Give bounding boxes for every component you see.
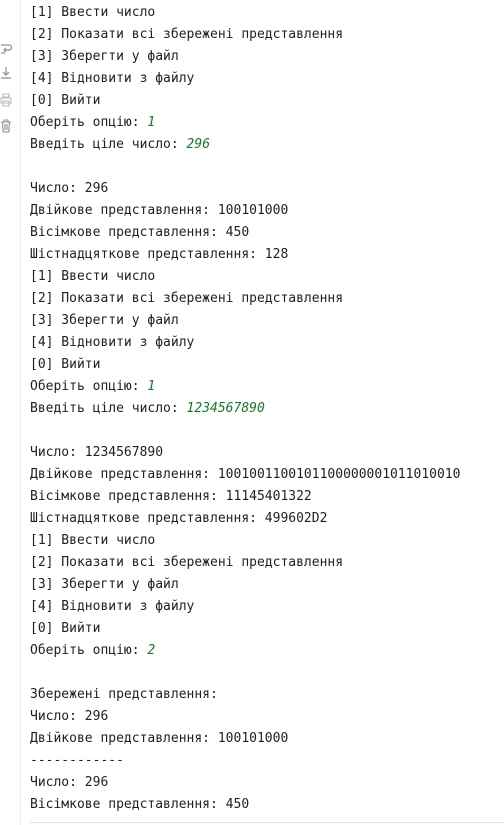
console-line: Введіть ціле число: 296 xyxy=(30,134,504,156)
user-input: 1 xyxy=(147,115,156,130)
console-text: [1] Ввести число xyxy=(30,533,156,548)
console-text: Двійкове представлення: 100101000 xyxy=(30,731,289,746)
console-line: Вісімкове представлення: 11145401322 xyxy=(30,486,504,508)
console-text: Вісімкове представлення: 450 xyxy=(30,225,250,240)
user-input: 296 xyxy=(186,137,211,152)
console-line: Вісімкове представлення: 450 xyxy=(30,222,504,244)
console-text: [4] Відновити з файлу xyxy=(30,335,195,350)
console-line: [3] Зберегти у файл xyxy=(30,574,504,596)
console-line: [1] Ввести число xyxy=(30,2,504,24)
user-input: 1 xyxy=(147,379,156,394)
console-line: [1] Ввести число xyxy=(30,530,504,552)
console-output[interactable]: [1] Ввести число [2] Показати всі збереже… xyxy=(30,2,504,816)
console-line: Збережені представлення: xyxy=(30,684,504,706)
console-text: Число: 1234567890 xyxy=(30,445,164,460)
console-text: [3] Зберегти у файл xyxy=(30,313,179,328)
console-text: Шістнадцяткове представлення: 499602D2 xyxy=(30,511,328,526)
console-text: Збережені представлення: xyxy=(30,687,218,702)
divider xyxy=(30,822,504,823)
console-line: Вісімкове представлення: 450 xyxy=(30,794,504,816)
console-text: Оберіть опцію: xyxy=(30,643,148,658)
console-text: Введіть ціле число: xyxy=(30,401,187,416)
trash-icon[interactable] xyxy=(0,119,12,133)
console-line: [3] Зберегти у файл xyxy=(30,310,504,332)
console-text: Число: 296 xyxy=(30,181,109,196)
console-line: Шістнадцяткове представлення: 499602D2 xyxy=(30,508,504,530)
console-text: [3] Зберегти у файл xyxy=(30,577,179,592)
console-line: [0] Вийти xyxy=(30,90,504,112)
console-line: Оберіть опцію: 1 xyxy=(30,112,504,134)
print-icon[interactable] xyxy=(0,93,12,107)
console-text: [2] Показати всі збережені представлення xyxy=(30,291,344,306)
console-line: [0] Вийти xyxy=(30,354,504,376)
console-line: Число: 296 xyxy=(30,706,504,728)
console-text: Двійкове представлення: 1001001100101100… xyxy=(30,467,461,482)
console-line: Двійкове представлення: 1001001100101100… xyxy=(30,464,504,486)
console-line: [1] Ввести число xyxy=(30,266,504,288)
console-text: [1] Ввести число xyxy=(30,5,156,20)
console-text: Шістнадцяткове представлення: 128 xyxy=(30,247,289,262)
user-input: 2 xyxy=(147,643,156,658)
console-text: [1] Ввести число xyxy=(30,269,156,284)
console-line: Число: 296 xyxy=(30,772,504,794)
console-text: [2] Показати всі збережені представлення xyxy=(30,27,344,42)
console-text: [0] Вийти xyxy=(30,621,101,636)
console-line: Оберіть опцію: 1 xyxy=(30,376,504,398)
console-text: Вісімкове представлення: 11145401322 xyxy=(30,489,312,504)
console-text: ------------ xyxy=(30,753,124,768)
console-text: Число: 296 xyxy=(30,775,109,790)
console-text: Оберіть опцію: xyxy=(30,115,148,130)
console-line: [4] Відновити з файлу xyxy=(30,332,504,354)
console-text: [0] Вийти xyxy=(30,93,101,108)
console-text: [4] Відновити з файлу xyxy=(30,599,195,614)
console-line: [2] Показати всі збережені представлення xyxy=(30,288,504,310)
console-text: Число: 296 xyxy=(30,709,109,724)
console-line: [4] Відновити з файлу xyxy=(30,596,504,618)
user-input: 1234567890 xyxy=(186,401,265,416)
console-line: ------------ xyxy=(30,750,504,772)
console-line: [4] Відновити з файлу xyxy=(30,68,504,90)
console-line: [0] Вийти xyxy=(30,618,504,640)
console-line: Двійкове представлення: 100101000 xyxy=(30,728,504,750)
console-line: [2] Показати всі збережені представлення xyxy=(30,552,504,574)
console-line: [3] Зберегти у файл xyxy=(30,46,504,68)
download-icon[interactable] xyxy=(0,66,12,80)
console-line: Шістнадцяткове представлення: 128 xyxy=(30,244,504,266)
console-line: Оберіть опцію: 2 xyxy=(30,640,504,662)
console-text: Вісімкове представлення: 450 xyxy=(30,797,250,812)
console-text: Оберіть опцію: xyxy=(30,379,148,394)
console-line: [2] Показати всі збережені представлення xyxy=(30,24,504,46)
console-text: Введіть ціле число: xyxy=(30,137,187,152)
console-text: [4] Відновити з файлу xyxy=(30,71,195,86)
console-line: Число: 1234567890 xyxy=(30,442,504,464)
console-text: [0] Вийти xyxy=(30,357,101,372)
console-text: Двійкове представлення: 100101000 xyxy=(30,203,289,218)
console-line: Введіть ціле число: 1234567890 xyxy=(30,398,504,420)
console-toolbar xyxy=(0,0,21,825)
wrap-icon[interactable] xyxy=(0,42,12,56)
console-line: Двійкове представлення: 100101000 xyxy=(30,200,504,222)
console-text: [3] Зберегти у файл xyxy=(30,49,179,64)
console-line: Число: 296 xyxy=(30,178,504,200)
console-text: [2] Показати всі збережені представлення xyxy=(30,555,344,570)
